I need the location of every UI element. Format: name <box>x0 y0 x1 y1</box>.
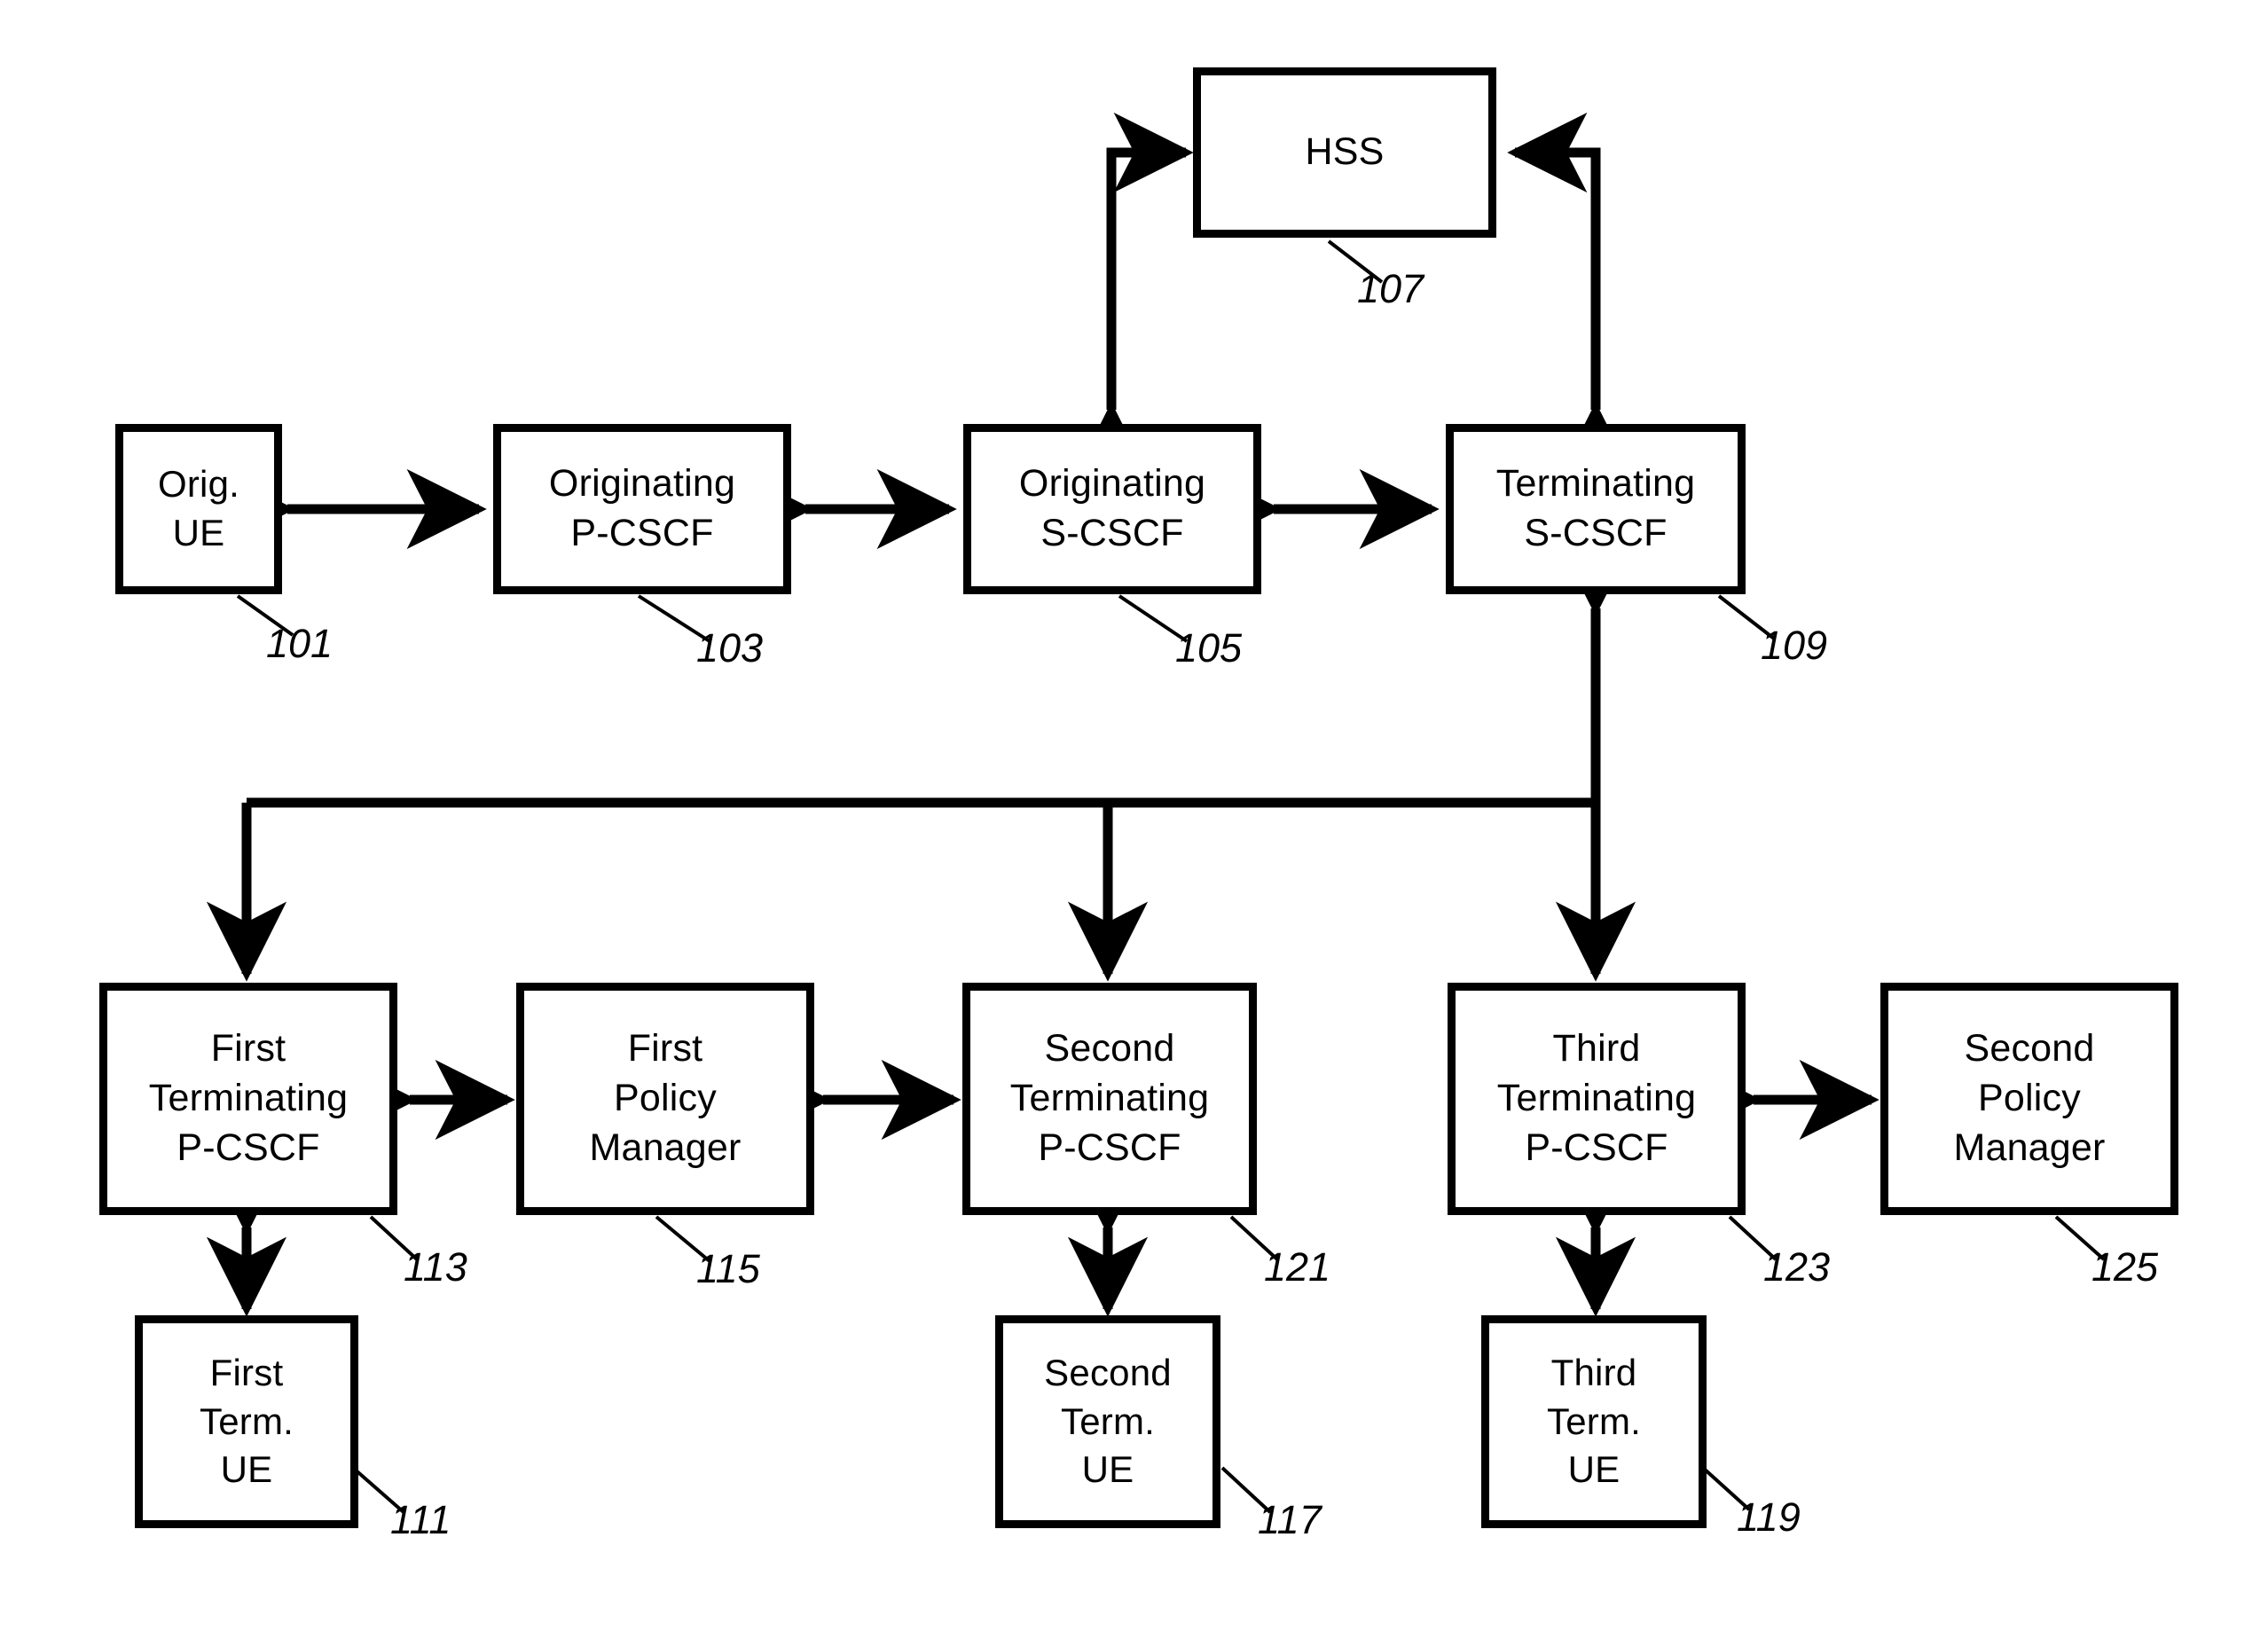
ref-103: 103 <box>696 625 764 671</box>
node-orig-ue-label: Orig. UE <box>157 463 239 553</box>
node-originating-pcscf-label: Originating P-CSCF <box>548 462 736 554</box>
wire-hss-termscscf <box>1507 112 1636 482</box>
ref-109: 109 <box>1761 623 1828 668</box>
node-orig-ue[interactable]: Orig. UE <box>115 424 282 594</box>
node-second-term-ue-label: Second Term. UE <box>1044 1352 1172 1491</box>
ref-111: 111 <box>390 1497 451 1542</box>
node-first-policy-manager-label: First Policy Manager <box>589 1027 742 1169</box>
node-third-terminating-pcscf-label: Third Terminating P-CSCF <box>1496 1027 1697 1169</box>
node-terminating-scscf[interactable]: Terminating S-CSCF <box>1446 424 1746 594</box>
node-second-terminating-pcscf-label: Second Terminating P-CSCF <box>1009 1027 1210 1169</box>
ref-125: 125 <box>2091 1244 2159 1290</box>
ref-113: 113 <box>404 1244 467 1290</box>
node-second-terminating-pcscf[interactable]: Second Terminating P-CSCF <box>962 983 1257 1215</box>
wire-hss-origscscf <box>1071 112 1194 482</box>
ref-101: 101 <box>266 621 334 666</box>
ref-123: 123 <box>1763 1244 1831 1290</box>
ref-115: 115 <box>696 1246 760 1291</box>
node-second-term-ue[interactable]: Second Term. UE <box>995 1315 1220 1528</box>
node-third-term-ue[interactable]: Third Term. UE <box>1481 1315 1707 1528</box>
ref-105: 105 <box>1175 625 1243 671</box>
node-third-term-ue-label: Third Term. UE <box>1547 1352 1641 1491</box>
node-second-policy-manager[interactable]: Second Policy Manager <box>1880 983 2178 1215</box>
node-originating-scscf[interactable]: Originating S-CSCF <box>963 424 1261 594</box>
node-originating-scscf-label: Originating S-CSCF <box>1018 462 1206 554</box>
node-second-policy-manager-label: Second Policy Manager <box>1953 1027 2106 1169</box>
node-third-terminating-pcscf[interactable]: Third Terminating P-CSCF <box>1448 983 1746 1215</box>
node-first-term-ue-label: First Term. UE <box>200 1352 294 1491</box>
node-hss-label: HSS <box>1305 130 1385 174</box>
node-originating-pcscf[interactable]: Originating P-CSCF <box>493 424 791 594</box>
node-hss[interactable]: HSS <box>1193 67 1496 238</box>
node-terminating-scscf-label: Terminating S-CSCF <box>1495 462 1696 554</box>
ref-119: 119 <box>1737 1494 1801 1540</box>
ref-121: 121 <box>1264 1244 1331 1290</box>
node-first-policy-manager[interactable]: First Policy Manager <box>516 983 814 1215</box>
ref-117: 117 <box>1258 1497 1322 1542</box>
node-first-term-ue[interactable]: First Term. UE <box>135 1315 358 1528</box>
node-first-terminating-pcscf-label: First Terminating P-CSCF <box>148 1027 349 1169</box>
ref-107: 107 <box>1357 266 1424 311</box>
patent-figure: HSS Orig. UE Originating P-CSCF Originat… <box>0 0 2268 1647</box>
node-first-terminating-pcscf[interactable]: First Terminating P-CSCF <box>99 983 397 1215</box>
